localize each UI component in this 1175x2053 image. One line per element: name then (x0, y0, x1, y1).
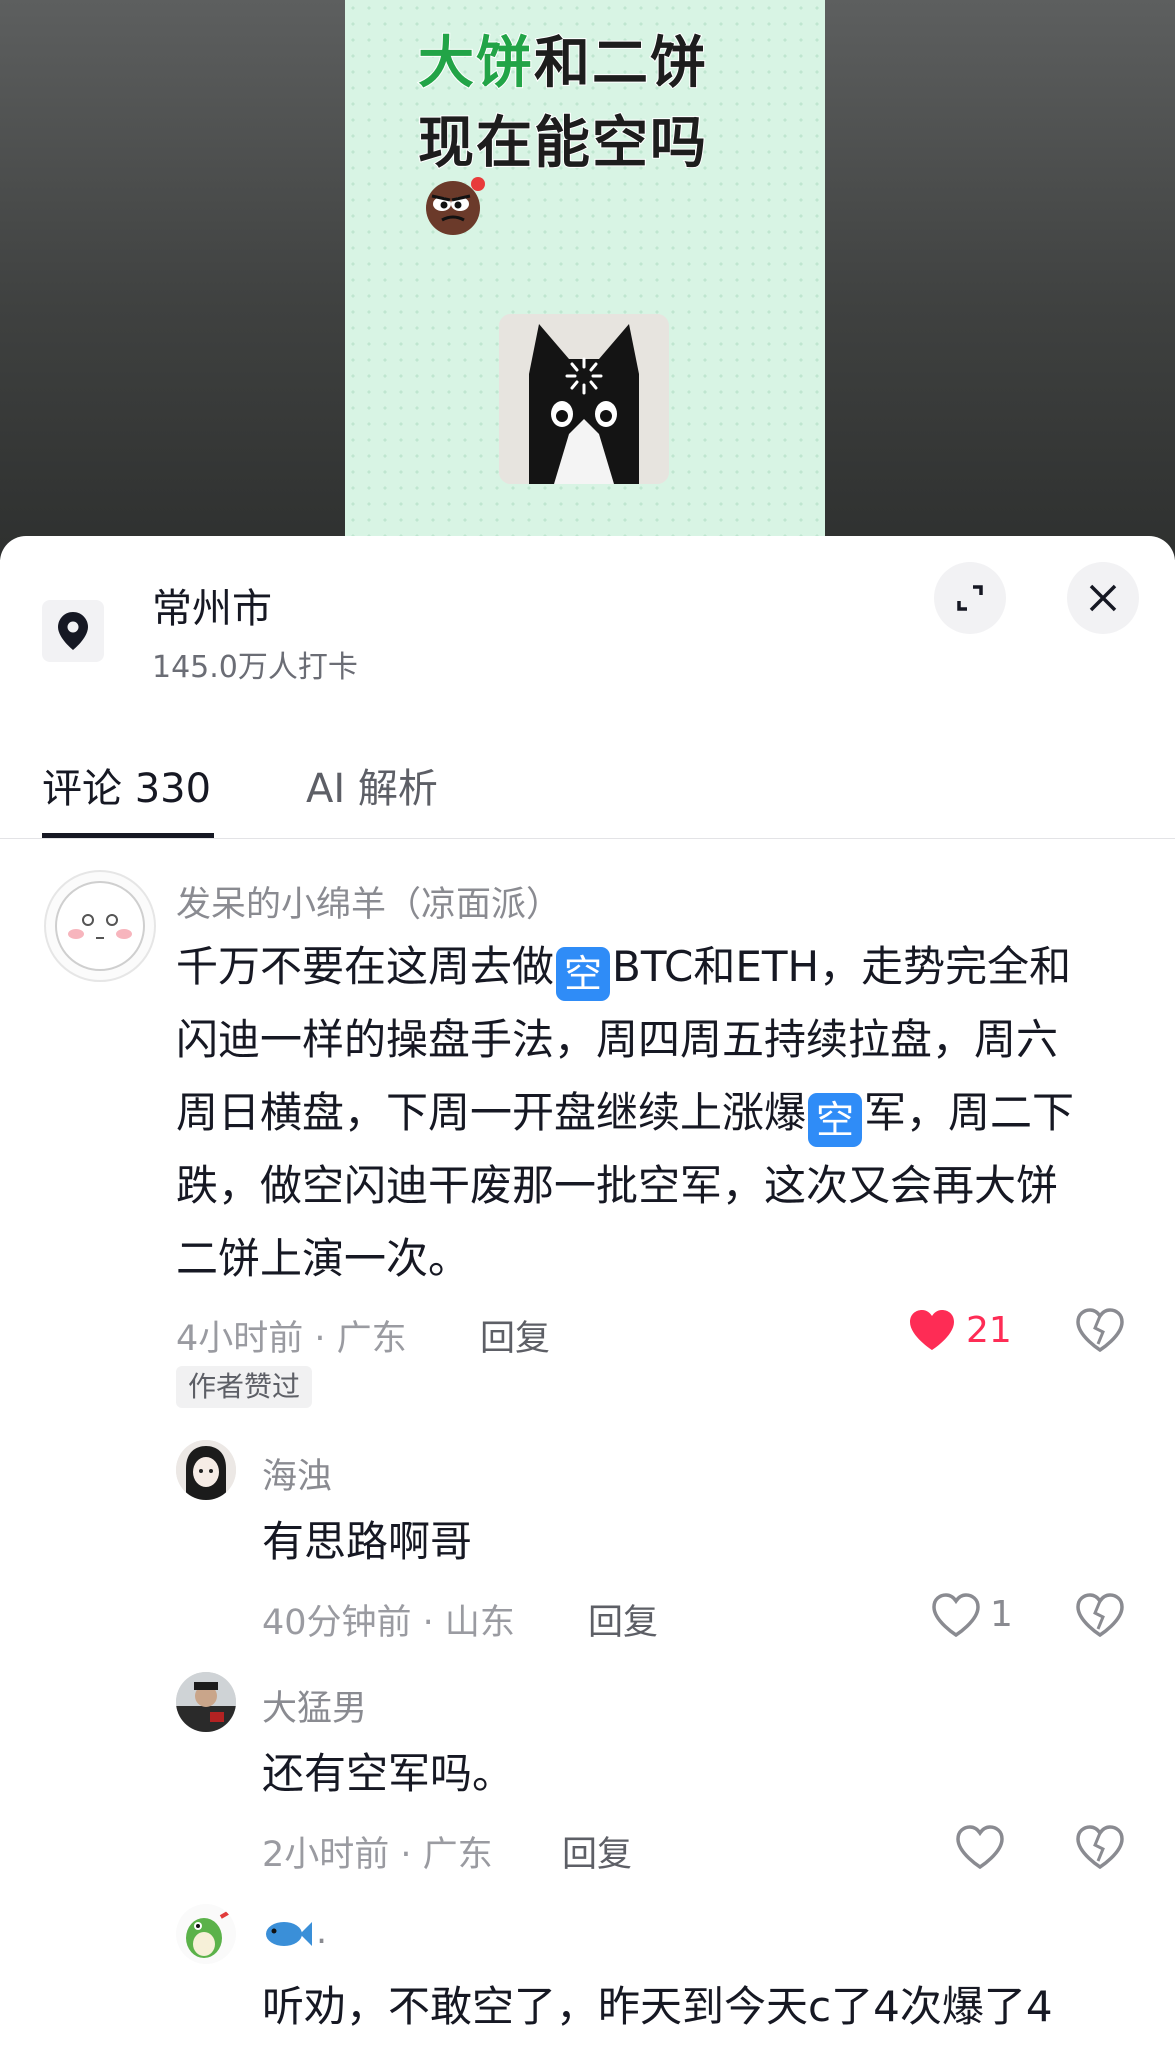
dislike-heart-icon[interactable] (1076, 1593, 1124, 1637)
poster-title-line2: 现在能空吗 (417, 110, 708, 177)
cat-loading-thumbnail (499, 314, 669, 484)
comment-line-part: 周日横盘，下周一开盘继续上涨爆 (176, 1088, 807, 1137)
reply-text: 还有空军吗。 (262, 1749, 515, 1798)
reply-button[interactable]: 回复 (480, 1310, 550, 1361)
tab-ai-analysis[interactable]: AI 解析 (306, 756, 438, 814)
comment-timestamp-location: 4小时前 · 广东 (176, 1319, 407, 1359)
heart-outline-icon[interactable] (956, 1825, 1004, 1869)
comment-author[interactable]: 发呆的小绵羊（凉面派） (176, 876, 561, 927)
heart-outline-icon[interactable] (932, 1593, 980, 1637)
avatar[interactable] (44, 870, 156, 982)
comment-line: 二饼上演一次。 (176, 1234, 471, 1283)
poster-title-green: 大饼 (417, 30, 534, 97)
reply-text: 有思路啊哥 (262, 1517, 473, 1566)
comment-line: 千万不要在这周去做空 BTC和ETH，走势完全和 (176, 930, 1136, 1003)
tabs-divider (0, 838, 1175, 839)
comment-line: 跌，做空闪迪干废那一批空军，这次又会再大饼 (176, 1161, 1059, 1210)
short-badge[interactable]: 空 (556, 947, 611, 1001)
like-count: 21 (966, 1310, 1012, 1351)
reply-author[interactable]: . (316, 1912, 327, 1952)
reply-button[interactable]: 回复 (588, 1594, 658, 1645)
fish-icon (266, 1922, 312, 1946)
reply-text: 听劝，不敢空了，昨天到今天c了4次爆了4 (262, 1982, 1053, 2031)
dislike-heart-icon[interactable] (1076, 1308, 1124, 1352)
reply-author[interactable]: 大猛男 (262, 1680, 367, 1731)
expand-button[interactable] (934, 562, 1006, 634)
comment-line: 周日横盘，下周一开盘继续上涨爆空军，周二下 (176, 1076, 1136, 1149)
comment-line: 闪迪一样的操盘手法，周四周五持续拉盘，周六 (176, 1015, 1059, 1064)
comment-line-part: 千万不要在这周去做 (176, 942, 555, 991)
avatar[interactable] (176, 1440, 236, 1500)
heart-filled-icon[interactable] (908, 1308, 956, 1352)
tab-comments[interactable]: 评论 330 (42, 756, 211, 814)
location-checkin-count: 145.0万人打卡 (152, 650, 358, 685)
close-button[interactable] (1067, 562, 1139, 634)
angry-face-icon (426, 177, 485, 235)
location-title[interactable]: 常州市 (152, 576, 272, 634)
reply-timestamp-location: 40分钟前 · 山东 (262, 1603, 515, 1643)
dislike-heart-icon[interactable] (1076, 1825, 1124, 1869)
comment-line-part: 军，周二下 (864, 1088, 1075, 1137)
reply-author[interactable]: 海浊 (262, 1448, 332, 1499)
author-liked-badge: 作者赞过 (176, 1366, 313, 1408)
short-badge[interactable]: 空 (808, 1093, 863, 1147)
location-pin-icon[interactable] (42, 600, 104, 662)
avatar[interactable] (176, 1672, 236, 1732)
poster-title-line1: 大饼和二饼 (417, 18, 708, 99)
reply-timestamp-location: 2小时前 · 广东 (262, 1835, 493, 1875)
comment-line-part: BTC和ETH，走势完全和 (612, 942, 1072, 991)
close-icon (1089, 584, 1117, 612)
avatar[interactable] (176, 1904, 236, 1964)
reply-button[interactable]: 回复 (562, 1826, 632, 1877)
comment-text: 千万不要在这周去做空 BTC和ETH，走势完全和 闪迪一样的操盘手法，周四周五持续… (176, 930, 1136, 1295)
like-count: 1 (990, 1594, 1013, 1635)
poster-title-dark: 和二饼 (533, 30, 708, 97)
expand-icon (957, 585, 983, 611)
